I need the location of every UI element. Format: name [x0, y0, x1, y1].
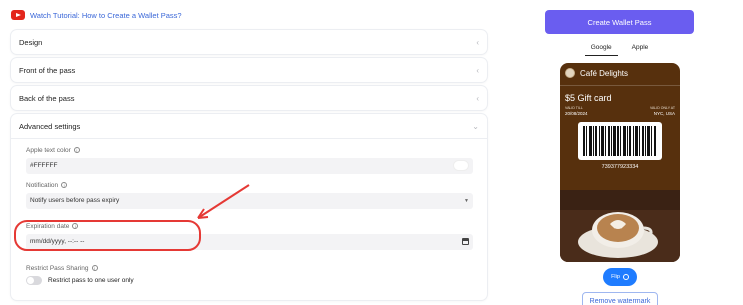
calendar-icon[interactable]	[462, 238, 469, 245]
info-icon[interactable]: i	[72, 223, 79, 229]
flip-icon	[622, 274, 629, 280]
tab-apple[interactable]: Apple	[626, 42, 655, 56]
caret-down-icon: ▼	[464, 197, 469, 204]
accordion-back[interactable]: Back of the pass ‹	[11, 86, 487, 110]
apple-text-color-input[interactable]: #FFFFFF	[26, 157, 473, 174]
barcode	[578, 121, 662, 160]
expiration-date-input[interactable]: mm/dd/yyyy, --:-- --	[26, 233, 473, 250]
cafe-logo	[565, 68, 575, 78]
platform-tabs: Google Apple	[545, 42, 694, 56]
restrict-sharing-toggle-label: Restrict pass to one user only	[48, 276, 134, 284]
chevron-left-icon: ‹	[476, 93, 479, 103]
accordion-advanced[interactable]: Advanced settings ⌄ Apple text color i #…	[11, 114, 487, 300]
preview-panel: Create Wallet Pass Google Apple	[545, 10, 694, 56]
restrict-sharing-label: Restrict Pass Sharing	[26, 264, 89, 272]
advanced-settings-body: Apple text color i #FFFFFF Notification …	[11, 139, 487, 285]
notification-select[interactable]: Notify users before pass expiry ▼	[26, 192, 473, 209]
accordion-title-design: Design	[19, 37, 43, 47]
tutorial-link-label[interactable]: Watch Tutorial: How to Create a Wallet P…	[30, 11, 182, 20]
accordion-design[interactable]: Design ‹	[11, 30, 487, 54]
notification-value: Notify users before pass expiry	[30, 197, 120, 204]
chevron-left-icon: ‹	[476, 37, 479, 47]
accordion-header-design[interactable]: Design ‹	[11, 30, 487, 54]
remove-watermark-button[interactable]: Remove watermark	[582, 292, 658, 305]
chevron-left-icon: ‹	[476, 65, 479, 75]
apple-text-color-value: #FFFFFF	[30, 162, 58, 169]
accordion-title-advanced: Advanced settings	[19, 121, 81, 131]
expiration-date-label: Expiration date	[26, 222, 70, 230]
color-swatch[interactable]	[453, 160, 469, 171]
accordion-title-front: Front of the pass	[19, 65, 76, 75]
latte-photo	[560, 190, 680, 262]
flip-button-label: Flip	[611, 274, 620, 280]
youtube-icon	[11, 10, 25, 20]
expiration-date-value: mm/dd/yyyy, --:-- --	[30, 238, 85, 245]
accordion-header-advanced[interactable]: Advanced settings ⌄	[11, 114, 487, 138]
card-amount: $5 Gift card	[565, 92, 612, 103]
create-wallet-pass-button[interactable]: Create Wallet Pass	[545, 10, 694, 34]
chevron-down-icon: ⌄	[472, 121, 479, 131]
valid-only-at-label: VALID ONLY AT	[649, 105, 675, 110]
flip-button[interactable]: Flip	[603, 268, 637, 286]
valid-till-value: 20/08/2024	[565, 110, 588, 116]
accordion-header-back[interactable]: Back of the pass ‹	[11, 86, 487, 110]
barcode-number: 739377923334	[601, 163, 639, 170]
notification-label: Notification	[26, 181, 59, 189]
accordion-header-front[interactable]: Front of the pass ‹	[11, 58, 487, 82]
info-icon[interactable]: i	[91, 265, 98, 271]
pass-preview-card: Café Delights $5 Gift card VALID TILL 20…	[560, 63, 680, 262]
info-icon[interactable]: i	[73, 147, 80, 153]
apple-text-color-label: Apple text color	[26, 146, 71, 154]
restrict-sharing-toggle[interactable]	[26, 275, 42, 285]
tutorial-link[interactable]: Watch Tutorial: How to Create a Wallet P…	[11, 10, 182, 20]
valid-till-label: VALID TILL	[565, 105, 583, 110]
valid-only-at-value: NYC, USA	[653, 110, 675, 116]
accordion-front[interactable]: Front of the pass ‹	[11, 58, 487, 82]
card-title: Café Delights	[580, 68, 629, 78]
accordion-title-back: Back of the pass	[19, 93, 75, 103]
info-icon[interactable]: i	[61, 182, 68, 188]
tab-google[interactable]: Google	[584, 42, 618, 56]
